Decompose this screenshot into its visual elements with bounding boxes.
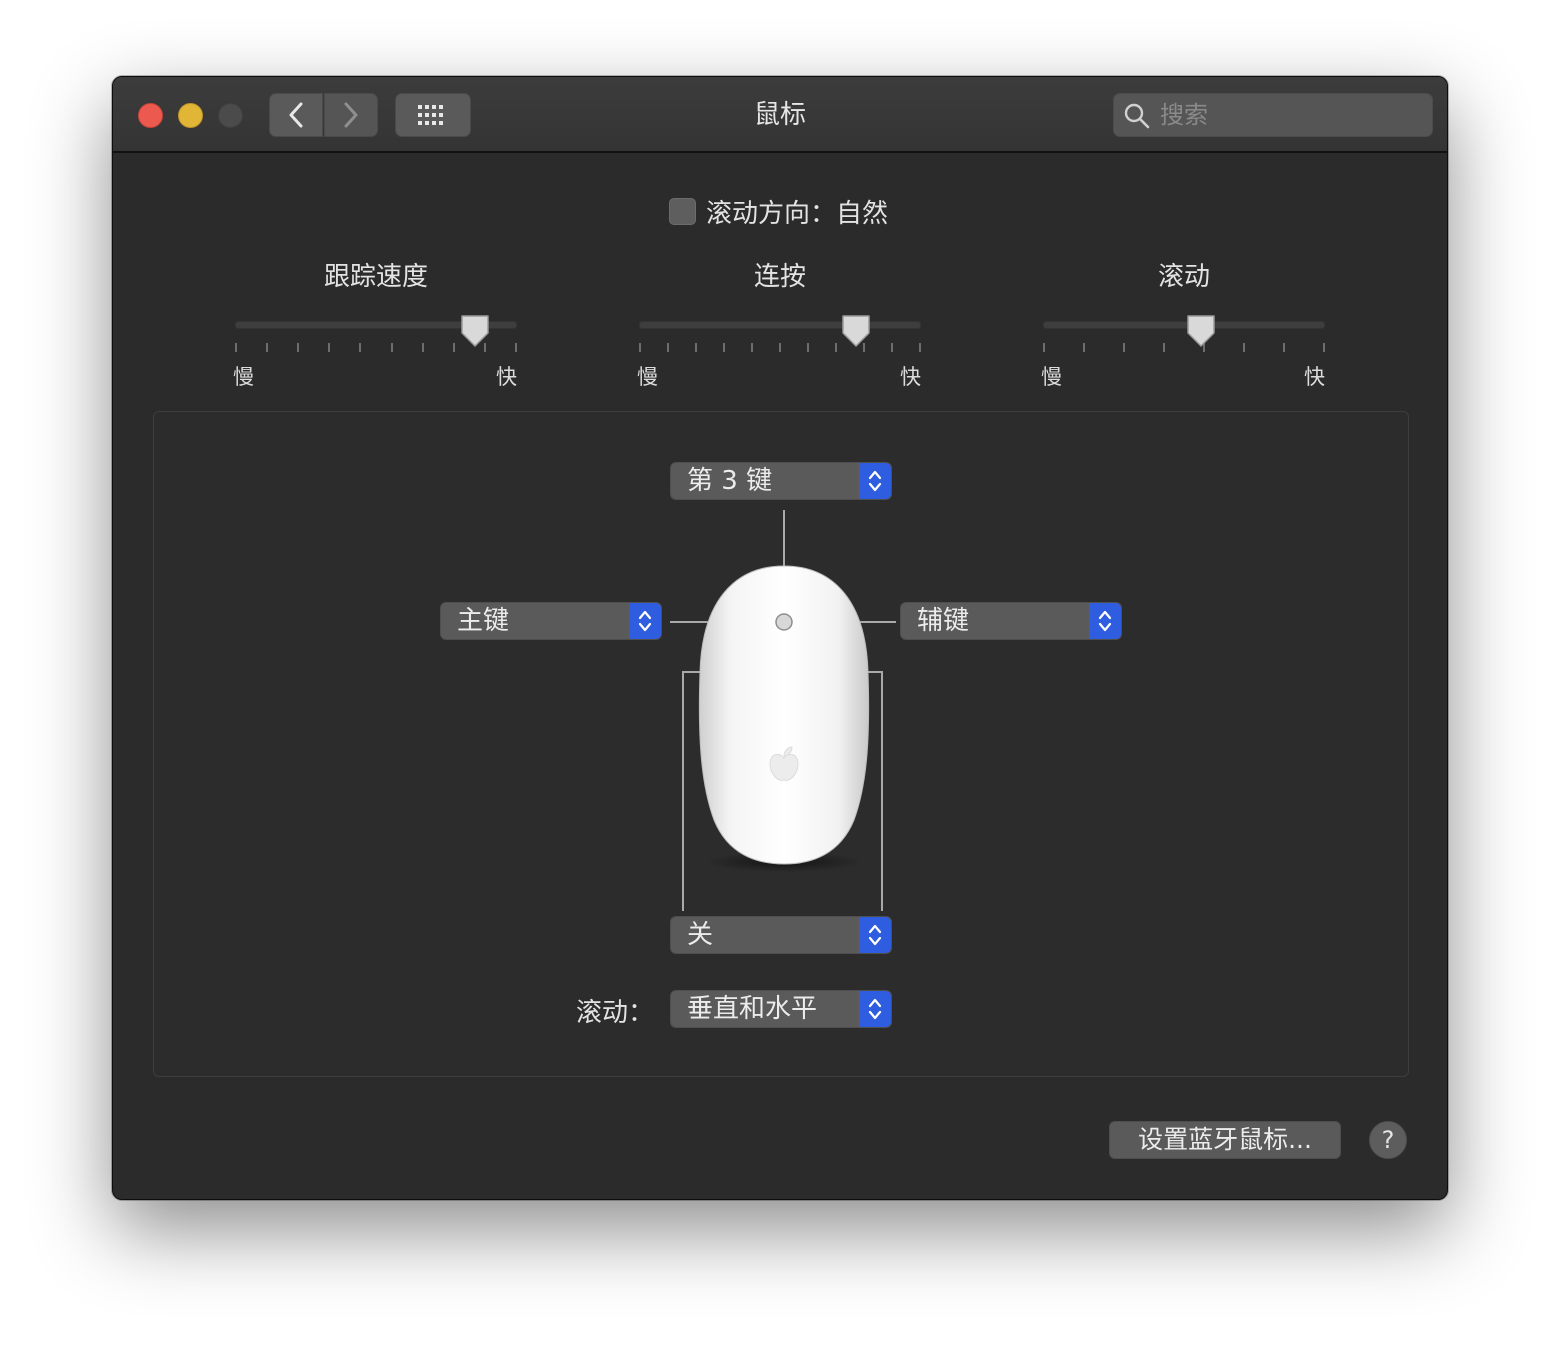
slider-tick: [421, 343, 424, 352]
tracking-speed-slow-label: 慢: [233, 365, 254, 389]
scroll-mode-value: 垂直和水平: [687, 994, 818, 1024]
scroll-mode-label: 滚动：: [576, 998, 655, 1028]
slider-tick: [1083, 343, 1085, 352]
side-right-connector-line: [881, 671, 883, 911]
double-click-title: 连按: [753, 262, 806, 292]
updown-arrows-icon: [859, 463, 891, 499]
tracking-speed-fast-label: 快: [496, 365, 517, 389]
updown-arrows-icon: [1089, 603, 1121, 639]
secondary-button-value: 辅键: [917, 606, 970, 636]
scroll-mode-popup[interactable]: 垂直和水平: [670, 990, 892, 1028]
scrolling-speed-title: 滚动: [1157, 262, 1210, 292]
slider-tick: [723, 343, 725, 352]
top-button-popup[interactable]: 第 3 键: [670, 462, 892, 500]
slider-tick: [266, 343, 269, 352]
slider-tick: [779, 343, 781, 352]
updown-arrows-icon: [859, 917, 891, 953]
primary-button-value: 主键: [457, 606, 510, 636]
scroll-ball: [775, 613, 793, 631]
scrolling-speed-slider-group: 滚动 慢 快: [1029, 257, 1339, 389]
scroll-direction-row[interactable]: 滚动方向：自然: [669, 193, 888, 229]
tracking-speed-thumb[interactable]: [459, 313, 491, 349]
slider-tick: [452, 343, 455, 352]
top-button-value: 第 3 键: [687, 466, 773, 496]
secondary-button-popup[interactable]: 辅键: [900, 602, 1122, 640]
double-click-track[interactable]: [639, 321, 921, 329]
double-click-ticks: [639, 343, 921, 353]
slider-tick: [1283, 343, 1285, 352]
slider-tick: [1043, 343, 1045, 352]
side-button-value: 关: [687, 920, 714, 950]
slider-tick: [1243, 343, 1245, 352]
mouse-illustration: [698, 565, 870, 872]
slider-tick: [390, 343, 393, 352]
double-click-fast-label: 快: [900, 365, 921, 389]
titlebar: 鼠标 搜索: [113, 77, 1447, 153]
slider-tick: [667, 343, 669, 352]
slider-tick: [695, 343, 697, 352]
slider-tick: [807, 343, 809, 352]
side-left-connector-line: [682, 671, 684, 911]
slider-tick: [919, 343, 921, 352]
updown-arrows-icon: [629, 603, 661, 639]
slider-tick: [1123, 343, 1125, 352]
tracking-speed-slider-group: 跟踪速度 慢 快: [221, 257, 531, 389]
updown-arrows-icon: [859, 991, 891, 1027]
button-config-panel: 第 3 键 主键 辅键 关 滚动： 垂直和水平: [153, 411, 1409, 1077]
slider-tick: [835, 343, 837, 352]
scrolling-speed-thumb[interactable]: [1185, 313, 1217, 349]
tracking-speed-title: 跟踪速度: [323, 262, 428, 292]
primary-button-popup[interactable]: 主键: [440, 602, 662, 640]
scroll-direction-label: 滚动方向：自然: [706, 198, 889, 229]
double-click-slow-label: 慢: [637, 365, 658, 389]
slider-tick: [891, 343, 893, 352]
scrolling-speed-slow-label: 慢: [1041, 365, 1062, 389]
scrolling-speed-fast-label: 快: [1304, 365, 1325, 389]
side-button-popup[interactable]: 关: [670, 916, 892, 954]
setup-bluetooth-mouse-button[interactable]: 设置蓝牙鼠标...: [1109, 1121, 1341, 1159]
slider-tick: [515, 343, 517, 352]
slider-tick: [359, 343, 362, 352]
double-click-thumb[interactable]: [840, 313, 872, 349]
slider-tick: [235, 343, 237, 352]
slider-tick: [751, 343, 753, 352]
slider-tick: [639, 343, 641, 352]
double-click-slider-group: 连按 慢 快: [625, 257, 935, 389]
slider-tick: [1323, 343, 1325, 352]
help-button[interactable]: ?: [1369, 1121, 1407, 1159]
scroll-direction-checkbox[interactable]: [669, 197, 696, 225]
mouse-preferences-window: 鼠标 搜索 滚动方向：自然 跟踪速度 慢 快 连按 慢 快 滚动 慢 快 第 3…: [112, 76, 1448, 1200]
slider-tick: [297, 343, 300, 352]
search-placeholder: 搜索: [1160, 101, 1208, 129]
slider-tick: [1163, 343, 1165, 352]
search-icon: [1124, 103, 1150, 129]
search-field[interactable]: 搜索: [1113, 93, 1433, 137]
slider-tick: [328, 343, 331, 352]
